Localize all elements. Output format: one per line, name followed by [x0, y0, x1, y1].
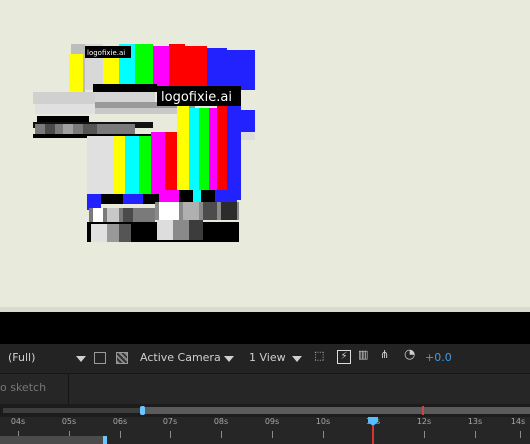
timeline-icon[interactable]: ▥ [358, 348, 368, 361]
tick-mark [424, 431, 425, 438]
tick-mark [221, 431, 222, 438]
tick-mark [475, 431, 476, 438]
timeline-panel-header: o sketch [0, 373, 530, 404]
layer-bar-handle[interactable] [103, 436, 107, 444]
small-watermark-label: logofixie.ai [87, 49, 125, 57]
tick-label: 04s [10, 417, 26, 426]
glitch-logo-artwork: logofixie.ai logofixie.ai [33, 44, 255, 242]
work-area-bar [0, 404, 530, 417]
tick-label: 10s [315, 417, 331, 426]
tick-label: 12s [416, 417, 432, 426]
tick-label: 09s [264, 417, 280, 426]
exposure-reset-icon[interactable]: ◔ [404, 347, 415, 362]
region-of-interest-icon[interactable] [94, 352, 106, 364]
tick-mark [272, 431, 273, 438]
fast-previews-icon[interactable]: ⚡ [337, 350, 351, 364]
tick-label: 08s [213, 417, 229, 426]
tick-mark [170, 431, 171, 438]
tick-mark [323, 431, 324, 438]
camera-select[interactable]: Active Camera [140, 351, 221, 364]
tick-label: 13s [467, 417, 483, 426]
work-area-start-handle[interactable] [140, 406, 145, 415]
view-layout-dropdown-icon[interactable] [292, 356, 302, 362]
tick-label: 05s [61, 417, 77, 426]
view-layout-select[interactable]: 1 View [249, 351, 286, 364]
work-area-inactive [3, 408, 143, 413]
resolution-select[interactable]: (Full) [8, 351, 35, 364]
viewer-toolbar: (Full) Active Camera 1 View ⬚ ⚡ ▥ ⋔ ◔ +0… [0, 344, 530, 373]
panel-divider [68, 374, 69, 404]
flowchart-icon[interactable]: ⋔ [380, 348, 389, 361]
sketch-label[interactable]: o sketch [0, 381, 46, 394]
tick-label: 14s [510, 417, 526, 426]
tick-label: 07s [162, 417, 178, 426]
work-area-range[interactable] [143, 407, 530, 414]
layer-bar[interactable] [0, 436, 106, 444]
tick-label: 06s [112, 417, 128, 426]
resolution-dropdown-icon[interactable] [76, 356, 86, 362]
camera-dropdown-icon[interactable] [224, 356, 234, 362]
transparency-grid-icon[interactable] [116, 352, 128, 364]
tick-mark [520, 431, 521, 438]
viewer-bottom-gap [0, 312, 530, 344]
large-watermark-label: logofixie.ai [161, 90, 232, 105]
toggle-pixel-aspect-icon[interactable]: ⬚ [314, 349, 324, 362]
exposure-value[interactable]: +0.0 [425, 351, 452, 364]
tick-mark [120, 431, 121, 438]
current-time-indicator[interactable] [372, 426, 374, 444]
work-area-marker [422, 406, 424, 415]
